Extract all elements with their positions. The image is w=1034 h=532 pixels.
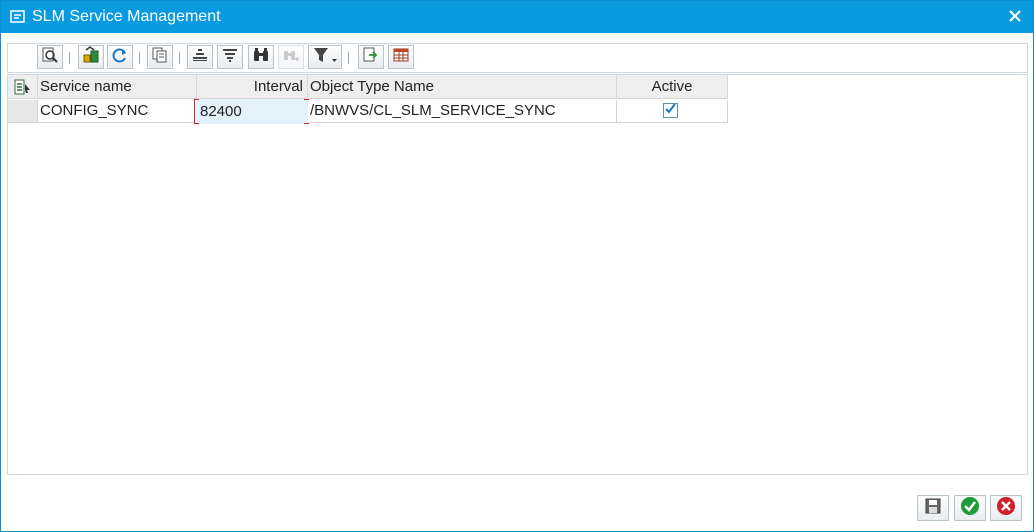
table-layout-icon [392,46,410,69]
alv-toolbar [7,43,1028,73]
select-all-cell[interactable] [8,75,38,99]
refresh-icon [111,46,129,69]
alv-grid: Service name Interval Object Type Name A… [7,74,1028,475]
cancel-icon [996,496,1016,521]
sort-descending-icon [221,46,239,69]
column-header-object-type-name[interactable]: Object Type Name [308,75,617,99]
column-header-interval[interactable]: Interval [197,75,308,99]
sort-ascending-icon [191,46,209,69]
title-bar: SLM Service Management [1,1,1033,33]
copy-icon [151,46,169,69]
export-icon [362,46,380,69]
find-next-button[interactable] [278,45,304,69]
interval-input[interactable] [196,99,310,124]
check-objects-icon [82,45,100,69]
row-selector[interactable] [8,100,38,123]
filter-button[interactable] [308,45,342,69]
confirm-check-icon [960,496,980,521]
magnifier-details-icon [41,46,59,69]
sort-ascending-button[interactable] [187,45,213,69]
filter-icon [312,46,338,69]
layout-button[interactable] [388,45,414,69]
refresh-button[interactable] [107,45,133,69]
binoculars-icon [252,46,270,69]
export-button[interactable] [358,45,384,69]
check-button[interactable] [78,45,104,69]
save-icon [924,497,942,520]
cell-interval[interactable] [196,99,310,124]
confirm-button[interactable] [954,495,986,521]
close-icon[interactable] [1005,6,1025,26]
active-checkbox[interactable] [663,102,678,120]
cell-object-type-name[interactable]: /BNWVS/CL_SLM_SERVICE_SYNC [308,100,617,123]
dialog-window: SLM Service Management Service name Inte… [0,0,1034,532]
window-menu-icon[interactable] [10,9,26,25]
copy-button[interactable] [147,45,173,69]
cancel-button[interactable] [990,495,1022,521]
save-button[interactable] [917,495,949,521]
window-title: SLM Service Management [32,8,221,25]
column-header-active[interactable]: Active [617,75,728,99]
find-button[interactable] [248,45,274,69]
checkmark-icon [664,102,677,120]
edit-bracket-left [194,99,199,124]
details-button[interactable] [37,45,63,69]
sort-descending-button[interactable] [217,45,243,69]
column-header-service-name[interactable]: Service name [38,75,197,99]
cell-service-name[interactable]: CONFIG_SYNC [38,100,197,123]
binoculars-plus-icon [282,46,300,69]
